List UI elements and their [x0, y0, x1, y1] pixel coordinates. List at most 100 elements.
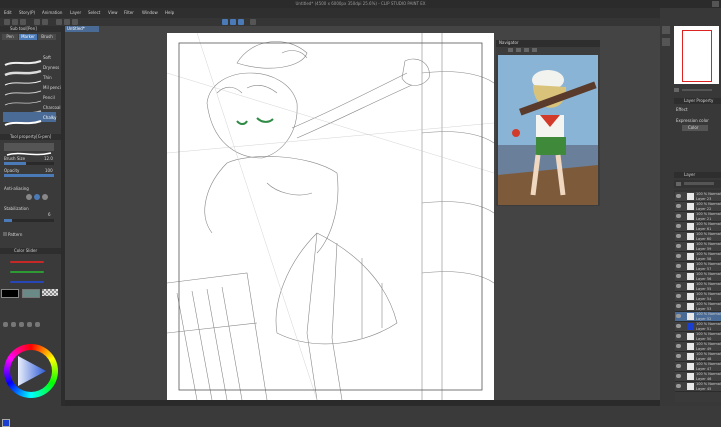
menu-view[interactable]: View — [108, 10, 118, 15]
visibility-eye-icon[interactable] — [676, 274, 681, 278]
save-icon[interactable] — [20, 19, 26, 25]
document-tab[interactable]: Untitled* — [65, 26, 99, 32]
visibility-eye-icon[interactable] — [676, 264, 681, 268]
layer-row[interactable]: 100 % Normal Layer 50 — [675, 332, 721, 342]
layer-row[interactable]: 100 % Normal Layer 21 — [675, 212, 721, 222]
color-wheel[interactable] — [4, 344, 58, 398]
snap-ruler-icon[interactable] — [222, 19, 228, 25]
list-item[interactable]: Chalky — [3, 112, 56, 126]
visibility-eye-icon[interactable] — [676, 234, 681, 238]
visibility-eye-icon[interactable] — [676, 214, 681, 218]
layer-row[interactable]: 100 % Normal Layer 57 — [675, 262, 721, 272]
approximate-color-tab-icon[interactable] — [27, 322, 32, 327]
color-wheel-tab-icon[interactable] — [3, 322, 8, 327]
visibility-eye-icon[interactable] — [676, 304, 681, 308]
layer-row[interactable]: 100 % Normal Layer 53 — [675, 302, 721, 312]
fit-icon[interactable] — [524, 48, 529, 52]
rotate-icon[interactable] — [532, 48, 537, 52]
brush-size-slider[interactable] — [4, 162, 54, 165]
visibility-eye-icon[interactable] — [676, 294, 681, 298]
list-item[interactable]: Pencil — [3, 92, 56, 106]
brush-size-value[interactable]: 12.0 — [44, 156, 53, 161]
tab-pen[interactable]: Pen — [2, 34, 18, 40]
layer-row[interactable]: 100 % Normal Layer 47 — [675, 362, 721, 372]
tab-brush[interactable]: Brush — [38, 34, 56, 40]
open-file-icon[interactable] — [12, 19, 18, 25]
layer-row[interactable]: 100 % Normal Layer 22 — [675, 202, 721, 212]
layer-row[interactable]: 100 % Normal Layer 49 — [675, 342, 721, 352]
layer-row[interactable]: 100 % Normal Layer 61 — [675, 222, 721, 232]
zoom-slider-icon[interactable] — [674, 88, 679, 92]
main-color-swatch[interactable] — [1, 289, 19, 298]
visibility-eye-icon[interactable] — [676, 324, 681, 328]
menu-edit[interactable]: Edit — [4, 10, 12, 15]
undo-icon[interactable] — [34, 19, 40, 25]
navigator-preview[interactable] — [674, 26, 719, 84]
transform-icon[interactable] — [64, 19, 70, 25]
opacity-value[interactable]: 100 — [45, 168, 53, 173]
layer-row[interactable]: 100 % Normal Layer 23 — [675, 192, 721, 202]
color-set-tab-icon[interactable] — [11, 322, 16, 327]
drawing-canvas[interactable] — [166, 32, 495, 401]
visibility-eye-icon[interactable] — [676, 374, 681, 378]
layer-row[interactable]: 100 % Normal Layer 46 — [675, 372, 721, 382]
layer-row[interactable]: 100 % Normal Layer 51 — [675, 322, 721, 332]
opacity-slider[interactable] — [4, 174, 54, 177]
visibility-eye-icon[interactable] — [676, 194, 681, 198]
color-history-tab-icon[interactable] — [35, 322, 40, 327]
layer-row[interactable]: 100 % Normal Layer 52 — [675, 312, 721, 322]
blend-mode-icon[interactable] — [676, 182, 681, 186]
list-item[interactable]: Thin — [3, 72, 56, 86]
pattern-checkbox[interactable] — [3, 232, 7, 236]
list-item[interactable]: Soft — [3, 52, 56, 66]
layer-row[interactable]: 100 % Normal Layer 59 — [675, 242, 721, 252]
redo-icon[interactable] — [42, 19, 48, 25]
visibility-eye-icon[interactable] — [676, 344, 681, 348]
visibility-eye-icon[interactable] — [676, 224, 681, 228]
layer-row[interactable]: 100 % Normal Layer 45 — [675, 382, 721, 392]
layer-row[interactable]: 100 % Normal Layer 56 — [675, 272, 721, 282]
layer-opacity-slider[interactable] — [684, 182, 714, 185]
visibility-eye-icon[interactable] — [676, 284, 681, 288]
new-file-icon[interactable] — [4, 19, 10, 25]
list-item[interactable]: Mil pencil — [3, 82, 62, 96]
menu-animation[interactable]: Animation — [42, 10, 62, 15]
layer-row[interactable]: 100 % Normal Layer 55 — [675, 282, 721, 292]
layer-row[interactable]: 100 % Normal Layer 48 — [675, 352, 721, 362]
zoom-slider[interactable] — [682, 89, 712, 91]
anti-alias-none-icon[interactable] — [26, 194, 32, 200]
red-slider[interactable] — [10, 261, 44, 263]
close-icon[interactable] — [712, 1, 719, 7]
anti-alias-weak-icon[interactable] — [34, 194, 40, 200]
clear-icon[interactable] — [56, 19, 62, 25]
menu-window[interactable]: Window — [142, 10, 158, 15]
menu-help[interactable]: Help — [165, 10, 174, 15]
transparent-color-swatch[interactable] — [42, 289, 58, 296]
fill-icon[interactable] — [72, 19, 78, 25]
visibility-eye-icon[interactable] — [676, 384, 681, 388]
stabilization-slider[interactable] — [4, 219, 54, 222]
visibility-eye-icon[interactable] — [676, 364, 681, 368]
visibility-eye-icon[interactable] — [676, 354, 681, 358]
list-item[interactable]: Charcoal — [3, 102, 61, 116]
blue-slider[interactable] — [10, 281, 44, 283]
intermediate-color-tab-icon[interactable] — [19, 322, 24, 327]
layer-row[interactable]: 100 % Normal Layer 60 — [675, 232, 721, 242]
sub-view-tab-icon[interactable] — [662, 38, 670, 46]
visibility-eye-icon[interactable] — [676, 254, 681, 258]
visibility-eye-icon[interactable] — [676, 244, 681, 248]
layer-row[interactable]: 100 % Normal Layer 54 — [675, 292, 721, 302]
navigator-tab-icon[interactable] — [662, 26, 670, 34]
tab-marker[interactable]: Marker — [19, 34, 37, 40]
expression-color-select[interactable]: Color — [682, 125, 708, 131]
menu-story[interactable]: Story(P) — [19, 10, 35, 15]
menu-layer[interactable]: Layer — [70, 10, 81, 15]
snap-grid-icon[interactable] — [230, 19, 236, 25]
visibility-eye-icon[interactable] — [676, 204, 681, 208]
green-slider[interactable] — [10, 271, 44, 273]
navigator-window[interactable]: Navigator — [496, 40, 600, 206]
visibility-eye-icon[interactable] — [676, 314, 681, 318]
snap-special-ruler-icon[interactable] — [238, 19, 244, 25]
anti-alias-strong-icon[interactable] — [42, 194, 48, 200]
list-item[interactable]: Dryness — [3, 62, 59, 77]
